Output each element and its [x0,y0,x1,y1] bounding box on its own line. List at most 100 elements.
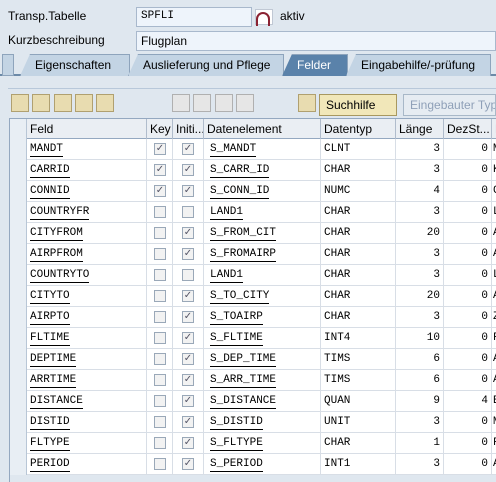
cell-key[interactable]: ✓ [147,160,173,181]
cell-k[interactable]: A [492,349,496,370]
cell-datenelement[interactable]: S_FROMAIRP [204,244,321,265]
cell-datenelement[interactable]: S_FLTYPE [204,433,321,454]
key-checkbox[interactable] [154,290,166,302]
init-checkbox[interactable]: ✓ [182,332,194,344]
cell-datentyp[interactable]: QUAN [321,391,396,412]
cell-feld[interactable]: COUNTRYTO [27,265,147,286]
init-checkbox[interactable] [182,269,194,281]
cell-feld[interactable]: CONNID [27,181,147,202]
table-row[interactable]: ARRTIME ✓ S_ARR_TIMETIMS60A [10,370,496,391]
cell-key[interactable] [147,265,173,286]
tab-scroll-left[interactable] [2,54,14,76]
cell-feld[interactable]: AIRPFROM [27,244,147,265]
cell-feld[interactable]: CITYTO [27,286,147,307]
cell-k[interactable]: L [492,265,496,286]
cell-laenge[interactable]: 3 [396,265,444,286]
table-row[interactable]: COUNTRYTO LAND1CHAR30L [10,265,496,286]
cell-datentyp[interactable]: INT4 [321,328,396,349]
cell-datentyp[interactable]: CHAR [321,202,396,223]
find-next-icon[interactable] [193,94,211,112]
cell-init[interactable]: ✓ [173,454,204,475]
cell-key[interactable]: ✓ [147,181,173,202]
row-selector[interactable] [10,328,27,349]
table-row[interactable]: CONNID ✓ ✓ S_CONN_IDNUMC40C [10,181,496,202]
cell-laenge[interactable]: 1 [396,433,444,454]
cell-laenge[interactable]: 3 [396,412,444,433]
col-datenelement[interactable]: Datenelement [204,119,321,139]
cell-laenge[interactable]: 20 [396,286,444,307]
cell-feld[interactable]: DEPTIME [27,349,147,370]
cell-init[interactable]: ✓ [173,370,204,391]
lock-icon[interactable] [255,9,273,26]
cell-dezst[interactable]: 0 [444,370,492,391]
cell-init[interactable] [173,265,204,286]
init-checkbox[interactable]: ✓ [182,374,194,386]
key-checkbox[interactable] [154,353,166,365]
col-feld[interactable]: Feld [27,119,147,139]
cell-datenelement[interactable]: LAND1 [204,265,321,286]
cell-dezst[interactable]: 0 [444,265,492,286]
key-checkbox[interactable] [154,395,166,407]
cell-k[interactable]: A [492,454,496,475]
row-selector[interactable] [10,391,27,412]
copy-icon[interactable] [32,94,50,112]
cell-datentyp[interactable]: CHAR [321,307,396,328]
select-all-header[interactable] [10,119,27,139]
cell-dezst[interactable]: 0 [444,139,492,160]
up-icon[interactable] [236,94,254,112]
tab-felder[interactable]: Felder [282,54,348,76]
cell-laenge[interactable]: 6 [396,349,444,370]
cell-datentyp[interactable]: NUMC [321,181,396,202]
init-checkbox[interactable]: ✓ [182,395,194,407]
cell-dezst[interactable]: 0 [444,412,492,433]
cell-datenelement[interactable]: S_CARR_ID [204,160,321,181]
cell-key[interactable] [147,328,173,349]
cell-dezst[interactable]: 0 [444,328,492,349]
cell-laenge[interactable]: 3 [396,307,444,328]
key-checkbox[interactable] [154,437,166,449]
row-selector[interactable] [10,454,27,475]
row-selector[interactable] [10,286,27,307]
row-selector[interactable] [10,433,27,454]
cell-init[interactable]: ✓ [173,433,204,454]
cut-icon[interactable] [11,94,29,112]
cell-datentyp[interactable]: TIMS [321,349,396,370]
table-row[interactable]: FLTIME ✓ S_FLTIMEINT4100F [10,328,496,349]
row-selector[interactable] [10,307,27,328]
table-name-field[interactable]: SPFLI [136,7,252,27]
key-checkbox[interactable] [154,374,166,386]
cell-feld[interactable]: DISTID [27,412,147,433]
init-checkbox[interactable]: ✓ [182,248,194,260]
col-k[interactable]: K [492,119,496,139]
row-selector[interactable] [10,265,27,286]
cell-dezst[interactable]: 0 [444,202,492,223]
cell-dezst[interactable]: 0 [444,307,492,328]
table-row[interactable]: DISTANCE ✓ S_DISTANCEQUAN94E [10,391,496,412]
table-row[interactable]: PERIOD ✓ S_PERIODINT130A [10,454,496,475]
table-row[interactable]: CARRID ✓ ✓ S_CARR_IDCHAR30K [10,160,496,181]
cell-init[interactable]: ✓ [173,139,204,160]
cell-datenelement[interactable]: LAND1 [204,202,321,223]
cell-dezst[interactable]: 0 [444,349,492,370]
key-checkbox[interactable] [154,248,166,260]
delete-row-icon[interactable] [96,94,114,112]
cell-feld[interactable]: CITYFROM [27,223,147,244]
row-selector[interactable] [10,349,27,370]
cell-k[interactable]: M [492,412,496,433]
cell-k[interactable]: K [492,160,496,181]
cell-k[interactable]: A [492,223,496,244]
cell-init[interactable]: ✓ [173,244,204,265]
table-row[interactable]: CITYTO ✓ S_TO_CITYCHAR200A [10,286,496,307]
cell-k[interactable]: M [492,139,496,160]
table-row[interactable]: MANDT ✓ ✓ S_MANDTCLNT30M [10,139,496,160]
cell-datentyp[interactable]: CHAR [321,286,396,307]
cell-laenge[interactable]: 3 [396,160,444,181]
cell-key[interactable] [147,223,173,244]
cell-datentyp[interactable]: CHAR [321,433,396,454]
cell-datenelement[interactable]: S_TO_CITY [204,286,321,307]
row-selector[interactable] [10,139,27,160]
cell-init[interactable]: ✓ [173,160,204,181]
cell-laenge[interactable]: 3 [396,244,444,265]
cell-init[interactable] [173,202,204,223]
cell-k[interactable]: L [492,202,496,223]
